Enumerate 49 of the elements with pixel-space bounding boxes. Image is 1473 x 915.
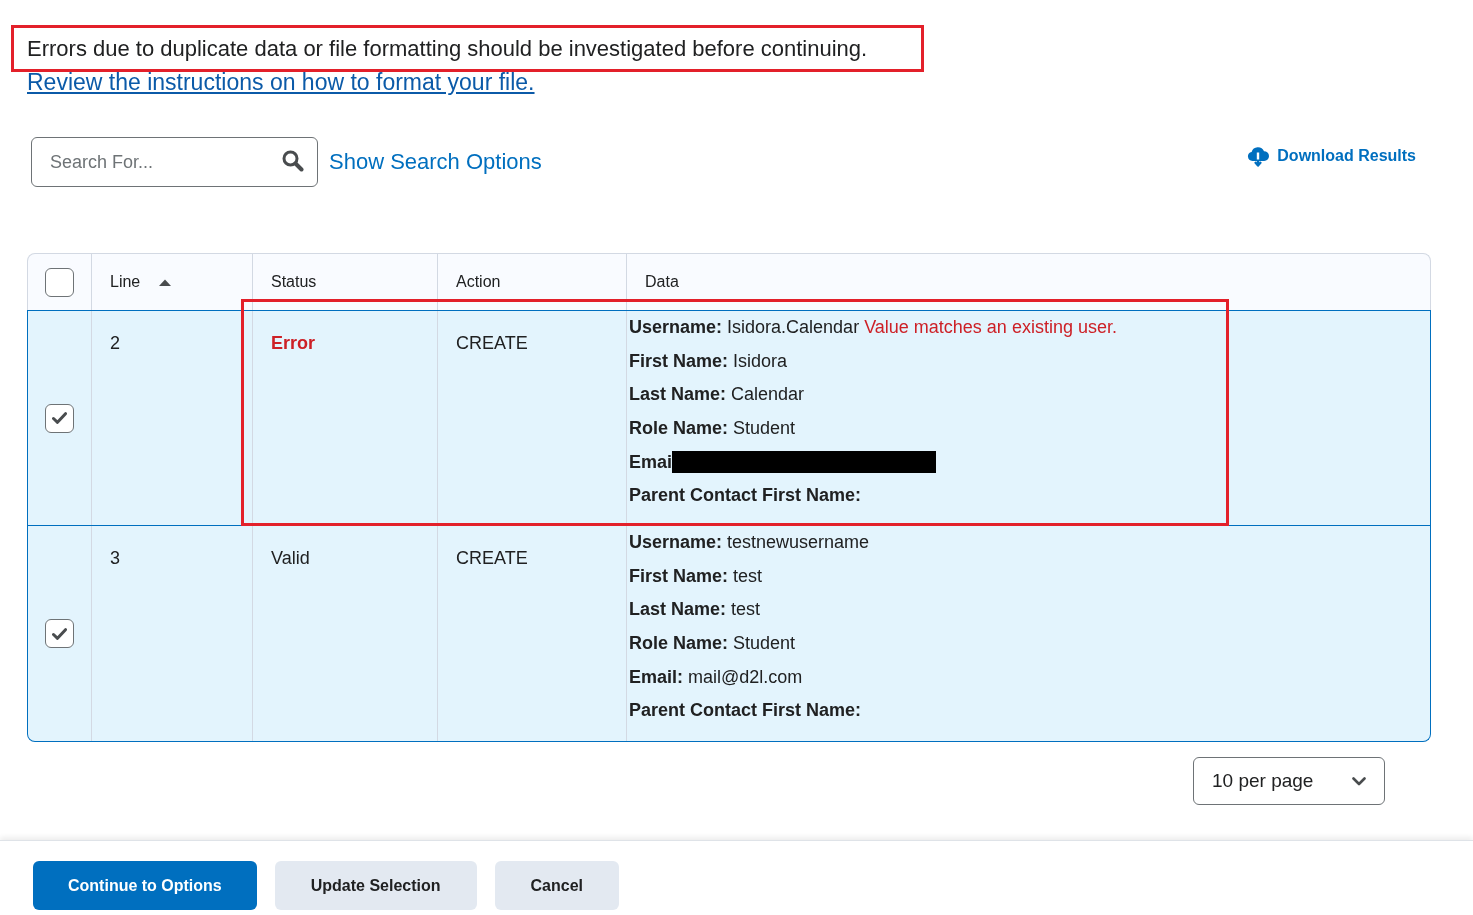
field-label: Parent Contact First Name: (629, 699, 862, 723)
button[interactable]: Continue to Options (33, 861, 257, 910)
chevron-down-icon (1352, 776, 1366, 786)
checkmark-icon (52, 412, 67, 424)
field-label: Username: (629, 316, 723, 340)
field-value: test (733, 564, 763, 588)
table-cell: 3 (110, 548, 120, 568)
field-label: Username: (629, 531, 723, 555)
field-label: Parent Contact First Name: (629, 484, 862, 508)
field-value: mail@d2l.com (688, 665, 803, 689)
field-label: Role Name: (629, 632, 729, 656)
column-header: Action (456, 272, 501, 292)
instructions-link[interactable]: Review the instructions on how to format your file. (27, 70, 535, 94)
checkbox[interactable] (45, 403, 74, 433)
field-label: Role Name: (629, 417, 729, 441)
error-message: Value matches an existing user. (864, 316, 1117, 340)
field-label: First Name: (629, 349, 729, 373)
table-cell: CREATE (456, 333, 528, 353)
button[interactable]: Cancel (494, 861, 620, 910)
search-field[interactable]: Search For... (31, 137, 318, 187)
field-label: Last Name: (629, 383, 727, 407)
field-value: test (731, 598, 761, 622)
search-icon[interactable] (282, 150, 304, 172)
checkbox[interactable] (45, 267, 74, 297)
field-value: testnewusername (727, 531, 870, 555)
search-options-link[interactable]: Show Search Options (329, 148, 542, 176)
field-label: First Name: (629, 564, 729, 588)
field-value: Isidora.Calendar (727, 316, 860, 340)
field-value: Student (733, 632, 796, 656)
cloud-download-icon (1247, 145, 1270, 167)
field-value: Isidora (733, 349, 788, 373)
field-value: Student (733, 417, 796, 441)
column-header: Data (645, 272, 679, 292)
sort-button[interactable]: Line (110, 270, 172, 294)
button[interactable]: Update Selection (274, 861, 477, 910)
checkmark-icon (52, 627, 67, 640)
checkbox[interactable] (45, 619, 74, 648)
table-cell: 2 (110, 333, 120, 353)
status-text: Error (271, 333, 315, 353)
field-label: Email: (629, 665, 684, 689)
notice-text: Errors due to duplicate data or file formatting should be investigated before continuing. (27, 35, 868, 63)
field-label: Last Name: (629, 598, 727, 622)
status-text: Valid (271, 548, 310, 568)
download-link[interactable]: Download Results (1247, 144, 1416, 168)
column-header: Status (271, 272, 317, 292)
table-cell: CREATE (456, 548, 528, 568)
field-label: Emai (629, 450, 673, 474)
field-value: Calendar (731, 383, 805, 407)
page-size-select[interactable]: 10 per page (1193, 757, 1385, 805)
